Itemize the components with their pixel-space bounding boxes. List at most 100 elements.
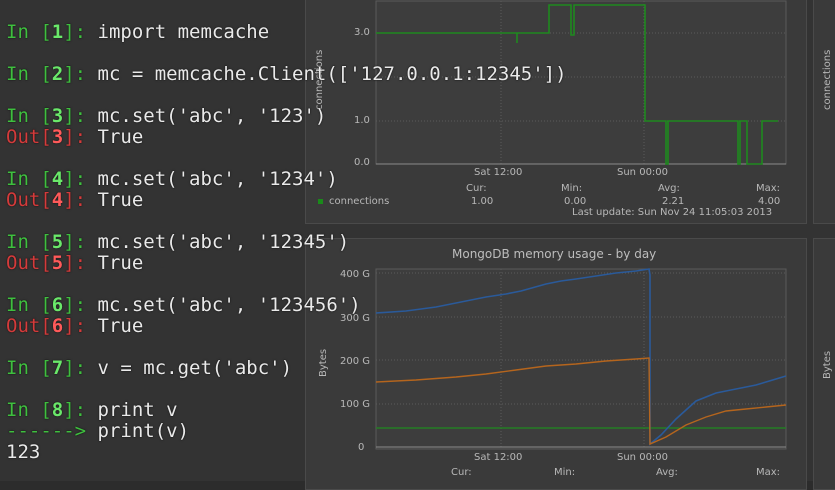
input-code: print v (97, 399, 178, 421)
out-prompt: Out[ (6, 252, 52, 274)
xtick-sat: Sat 12:00 (474, 167, 523, 178)
terminal-line: Out[4]: True (6, 190, 143, 211)
out-prompt-number: 4 (51, 189, 64, 211)
out-prompt: Out[ (6, 189, 52, 211)
xtick-sun: Sun 00:00 (617, 167, 669, 178)
terminal-line: In [1]: import memcache (6, 22, 269, 43)
terminal-line: In [2]: mc = memcache.Client(['127.0.0.1… (6, 64, 567, 85)
out-prompt-number: 6 (51, 315, 64, 337)
mem-legend-cur: Cur: (451, 467, 472, 478)
mem-legend-min: Min: (554, 467, 576, 478)
in-prompt-end: ]: (63, 21, 98, 43)
in-prompt-number: 6 (51, 294, 64, 316)
output-value: True (97, 315, 144, 337)
in-prompt: In [ (6, 63, 52, 85)
ytick-3: 3.0 (354, 27, 370, 38)
out-prompt-end: ]: (63, 252, 98, 274)
terminal-line: Out[6]: True (6, 316, 143, 337)
input-code: import memcache (97, 21, 270, 43)
terminal-line: In [5]: mc.set('abc', '12345') (6, 232, 349, 253)
legend-min-header: Min: (561, 183, 583, 194)
terminal-line: Out[3]: True (6, 127, 143, 148)
out-prompt: Out[ (6, 126, 52, 148)
legend-max-header: Max: (756, 183, 781, 194)
in-prompt-end: ]: (63, 105, 98, 127)
input-code: mc.set('abc', '123456') (97, 294, 361, 316)
input-code: mc = memcache.Client(['127.0.0.1:12345']… (97, 63, 567, 85)
legend-swatch (318, 198, 323, 204)
connections-graph-panel: connections 3.0 1.0 0.0 Sat 12:00 Sun 00… (305, 0, 807, 224)
output-value: True (97, 189, 144, 211)
output-value: True (97, 126, 144, 148)
mem-ytick-200: 200 G (340, 356, 371, 367)
in-prompt-number: 7 (51, 357, 64, 379)
mem-ytick-100: 100 G (340, 399, 371, 410)
legend-max-value: 4.00 (758, 196, 781, 207)
printed-output: 123 (6, 441, 41, 463)
rewritten-code: print(v) (97, 420, 190, 442)
out-prompt-end: ]: (63, 315, 98, 337)
terminal-line: In [6]: mc.set('abc', '123456') (6, 295, 361, 316)
memory-plot (375, 268, 787, 450)
memory-graph-panel: MongoDB memory usage - by day Bytes 400 … (305, 238, 807, 490)
terminal-line: In [4]: mc.set('abc', '1234') (6, 169, 338, 190)
legend-min-value: 0.00 (564, 196, 587, 207)
in-prompt-number: 2 (51, 63, 64, 85)
output-value: True (97, 252, 144, 274)
legend-avg-header: Avg: (658, 183, 680, 194)
legend-cur-value: 1.00 (471, 196, 494, 207)
mem-legend-max: Max: (756, 467, 781, 478)
in-prompt-number: 5 (51, 231, 64, 253)
input-code: mc.set('abc', '12345') (97, 231, 350, 253)
terminal-line: In [8]: print v (6, 400, 178, 421)
right-memory-panel: Bytes (813, 238, 835, 490)
out-prompt-end: ]: (63, 189, 98, 211)
in-prompt: In [ (6, 21, 52, 43)
terminal-line: ------> print(v) (6, 421, 189, 442)
memory-ylabel: Bytes (318, 348, 329, 377)
terminal-line: In [7]: v = mc.get('abc') (6, 358, 292, 379)
in-prompt-number: 3 (51, 105, 64, 127)
right-top-label: connections (822, 49, 833, 110)
in-prompt: In [ (6, 105, 52, 127)
input-code: mc.set('abc', '1234') (97, 168, 338, 190)
terminal-line: In [3]: mc.set('abc', '123') (6, 106, 326, 127)
in-prompt-number: 1 (51, 21, 64, 43)
legend-cur-header: Cur: (466, 183, 487, 194)
in-prompt-end: ]: (63, 231, 98, 253)
mem-legend-avg: Avg: (656, 467, 678, 478)
legend-connections: connections (318, 196, 389, 207)
mem-ytick-0: 0 (358, 442, 365, 453)
out-prompt: Out[ (6, 315, 52, 337)
memory-graph-title: MongoDB memory usage - by day (452, 247, 657, 261)
in-prompt: In [ (6, 231, 52, 253)
terminal-line: Out[5]: True (6, 253, 143, 274)
ytick-0: 0.0 (354, 157, 370, 168)
in-prompt: In [ (6, 357, 52, 379)
mem-ytick-400: 400 G (340, 269, 371, 280)
in-prompt: In [ (6, 399, 52, 421)
out-prompt-number: 5 (51, 252, 64, 274)
ytick-1: 1.0 (354, 115, 370, 126)
in-prompt-number: 4 (51, 168, 64, 190)
out-prompt-number: 3 (51, 126, 64, 148)
in-prompt: In [ (6, 294, 52, 316)
in-prompt-end: ]: (63, 63, 98, 85)
legend-avg-value: 2.21 (662, 196, 685, 207)
input-code: v = mc.get('abc') (97, 357, 293, 379)
out-prompt-end: ]: (63, 126, 98, 148)
in-prompt: In [ (6, 168, 52, 190)
mem-xtick-sun: Sun 00:00 (617, 452, 669, 463)
terminal-line: 123 (6, 442, 40, 463)
in-prompt-number: 8 (51, 399, 64, 421)
connections-plot (375, 0, 787, 165)
in-prompt-end: ]: (63, 357, 98, 379)
right-connections-panel: connections (813, 0, 835, 224)
in-prompt-end: ]: (63, 399, 98, 421)
in-prompt-end: ]: (63, 168, 98, 190)
right-bottom-label: Bytes (822, 350, 833, 379)
rewrite-arrow: ------> (6, 420, 98, 442)
last-update: Last update: Sun Nov 24 11:05:03 2013 (572, 207, 773, 218)
input-code: mc.set('abc', '123') (97, 105, 327, 127)
in-prompt-end: ]: (63, 294, 98, 316)
